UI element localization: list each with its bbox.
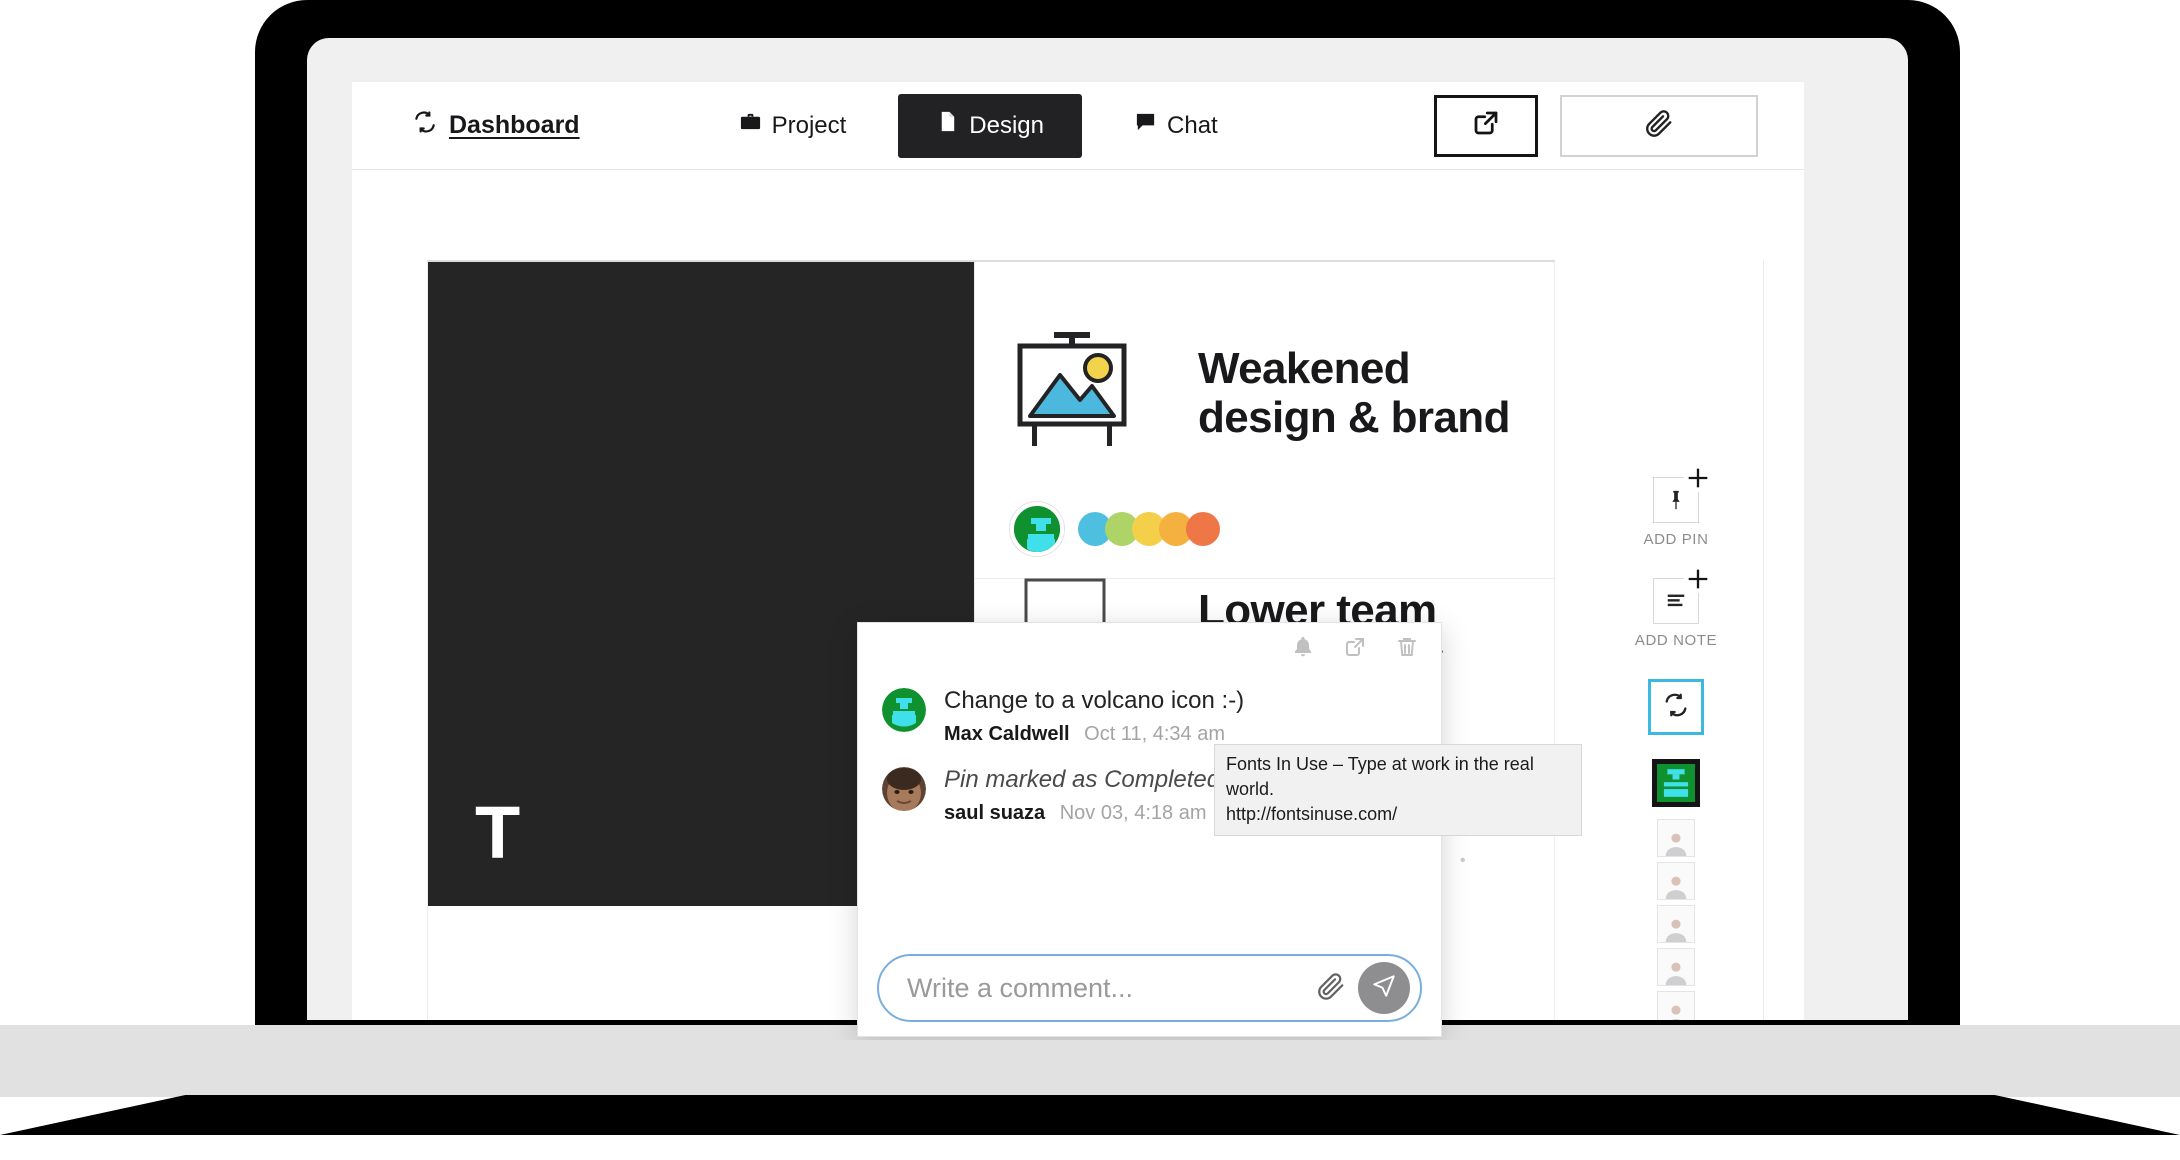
sync-icon xyxy=(1662,691,1690,724)
board-item-1-label: Weakened design & brand xyxy=(1198,344,1510,443)
file-icon xyxy=(936,94,959,158)
comment-date: Oct 11, 4:34 am xyxy=(1084,723,1225,745)
comment-body: Change to a volcano icon :-) Max Caldwel… xyxy=(944,685,1244,746)
comment-item: Change to a volcano icon :-) Max Caldwel… xyxy=(858,675,1441,754)
member-avatar-active[interactable] xyxy=(1652,759,1700,807)
add-note-button[interactable] xyxy=(1653,565,1712,624)
add-note-label: ADD NOTE xyxy=(1634,632,1718,649)
tooltip-title: Fonts In Use – Type at work in the real … xyxy=(1226,754,1534,799)
rail-divider xyxy=(1763,260,1764,1040)
send-comment-button[interactable] xyxy=(1358,962,1410,1014)
sync-version-button[interactable] xyxy=(1648,679,1704,735)
pin-reaction-dots[interactable] xyxy=(1078,512,1220,546)
navbar-left: Dashboard xyxy=(412,109,580,142)
image-presentation-icon xyxy=(1010,330,1150,455)
browser-link-tooltip: Fonts In Use – Type at work in the real … xyxy=(1214,744,1582,837)
board-tiny-marker[interactable]: • xyxy=(1460,852,1466,870)
tool-rail: ADD PIN ADD NOTE xyxy=(1618,464,1734,1040)
tab-project[interactable]: Project xyxy=(715,82,871,170)
comment-avatar[interactable] xyxy=(882,688,926,732)
comment-author: saul suaza xyxy=(944,802,1046,824)
reaction-dot-5[interactable] xyxy=(1186,512,1220,546)
board-pin-marker xyxy=(1010,502,1220,556)
comment-input[interactable] xyxy=(907,972,1316,1004)
member-avatar-placeholder[interactable] xyxy=(1657,819,1695,857)
comment-author: Max Caldwell xyxy=(944,723,1070,745)
pin-avatar[interactable] xyxy=(1010,502,1064,556)
navbar-tabs: Project Design Chat xyxy=(715,82,1242,170)
comment-meta: saul suaza Nov 03, 4:18 am xyxy=(944,802,1220,825)
nav-dashboard-label: Dashboard xyxy=(449,111,580,139)
plus-icon xyxy=(1684,464,1712,492)
comment-composer-area xyxy=(858,940,1441,1036)
top-navbar: Dashboard Project Design Chat xyxy=(352,82,1804,170)
attach-button[interactable] xyxy=(1560,94,1758,157)
comment-date: Nov 03, 4:18 am xyxy=(1059,802,1207,824)
member-avatar-placeholder[interactable] xyxy=(1657,862,1695,900)
board-dark-title: T xyxy=(475,791,520,874)
laptop-scene: Dashboard Project Design Chat T Weakened… xyxy=(0,0,2180,1160)
board-item-1[interactable]: Weakened design & brand xyxy=(1010,330,1510,455)
nav-dashboard-link[interactable]: Dashboard xyxy=(412,109,580,142)
chat-bubble-icon xyxy=(1134,82,1157,170)
tab-design[interactable]: Design xyxy=(898,93,1083,158)
comment-avatar[interactable] xyxy=(882,767,926,811)
popup-action-bar xyxy=(1291,635,1419,664)
share-button[interactable] xyxy=(1434,94,1538,157)
bell-icon[interactable] xyxy=(1291,635,1315,664)
member-avatar-placeholder[interactable] xyxy=(1657,905,1695,943)
comment-composer[interactable] xyxy=(877,954,1422,1022)
tab-chat[interactable]: Chat xyxy=(1110,82,1242,170)
briefcase-icon xyxy=(739,82,762,170)
app-viewport: Dashboard Project Design Chat T Weakened… xyxy=(352,82,1804,1040)
comment-text: Pin marked as Completed xyxy=(944,766,1221,793)
plus-icon xyxy=(1684,565,1712,593)
tab-design-label: Design xyxy=(969,111,1045,139)
tab-project-label: Project xyxy=(771,111,847,139)
paperclip-icon[interactable] xyxy=(1316,971,1346,1006)
trash-icon[interactable] xyxy=(1395,635,1419,664)
tooltip-url: http://fontsinuse.com/ xyxy=(1226,803,1398,824)
add-pin-label: ADD PIN xyxy=(1643,531,1709,548)
share-external-icon[interactable] xyxy=(1343,635,1367,664)
sync-icon xyxy=(412,109,438,142)
tab-chat-label: Chat xyxy=(1167,111,1218,139)
comment-meta: Max Caldwell Oct 11, 4:34 am xyxy=(944,723,1244,746)
paperclip-icon xyxy=(1644,108,1674,143)
add-pin-button[interactable] xyxy=(1653,464,1712,523)
laptop-base xyxy=(0,1095,2180,1135)
send-paper-plane-icon xyxy=(1371,973,1397,1004)
comment-text: Change to a volcano icon :-) xyxy=(944,687,1245,714)
share-external-icon xyxy=(1471,108,1501,143)
comment-body: Pin marked as Completed saul suaza Nov 0… xyxy=(944,764,1220,825)
member-avatar-placeholder[interactable] xyxy=(1657,948,1695,986)
navbar-actions xyxy=(1434,94,1758,157)
